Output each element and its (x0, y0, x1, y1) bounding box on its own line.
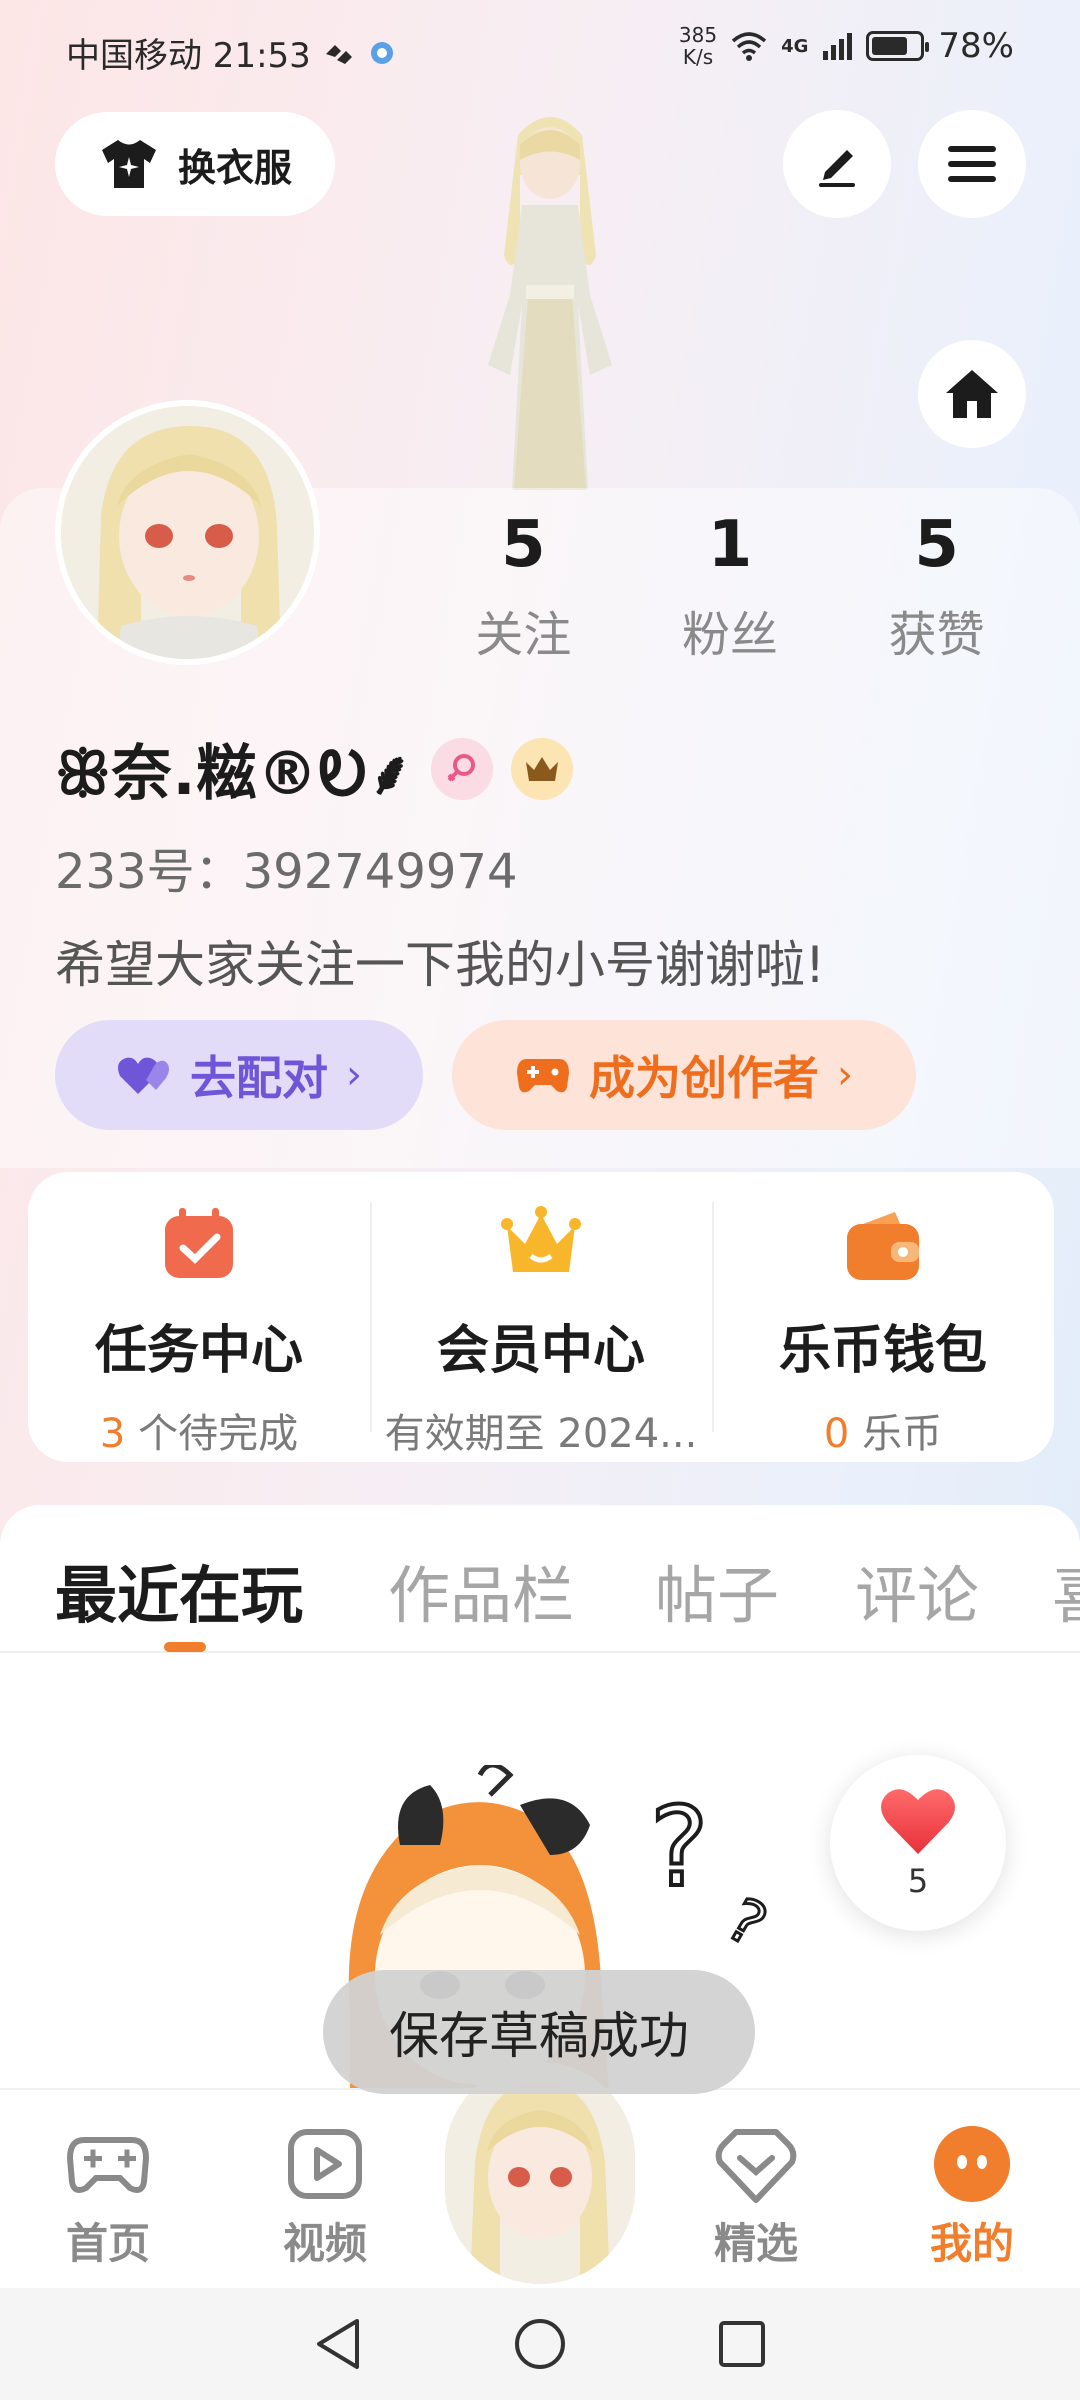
play-video-icon (288, 2129, 362, 2199)
svg-text:?: ? (650, 1783, 708, 1911)
tab-favorites[interactable]: 喜 (1052, 1545, 1080, 1635)
status-right: 385 K/s 4G 78% (679, 24, 1014, 68)
battery-fill (872, 37, 907, 55)
task-center[interactable]: 任务中心 3 个待完成 (28, 1172, 370, 1462)
tab-posts[interactable]: 帖子 (655, 1545, 779, 1635)
chevron-right-icon: › (346, 1052, 362, 1098)
nav-video[interactable]: 视频 (255, 2122, 395, 2271)
home-circle-icon[interactable] (513, 2317, 567, 2371)
gamepad-icon (517, 1059, 569, 1093)
status-bar: 中国移动 21:53 385 K/s 4G 78% (0, 0, 1080, 100)
stat-following[interactable]: 5 关注 (420, 505, 627, 665)
app-notification-icon (370, 41, 393, 64)
avatar-figure-image (488, 117, 612, 490)
carrier-time: 中国移动 21:53 (66, 36, 311, 76)
name-row: ꕥ奈.糍®Ꭷ⸙ (55, 725, 574, 812)
coin-wallet-title: 乐币钱包 (778, 1321, 987, 1381)
menu-button[interactable] (918, 110, 1026, 218)
vip-crown-badge[interactable] (511, 737, 574, 800)
change-outfit-button[interactable]: 换衣服 (55, 112, 335, 216)
nav-video-label: 视频 (282, 2219, 367, 2268)
change-outfit-label: 换衣服 (177, 145, 292, 190)
profile-face-icon (934, 2126, 1010, 2202)
member-center-title: 会员中心 (436, 1321, 645, 1381)
avatar-portrait-image (445, 2062, 635, 2284)
network-type: 4G (781, 35, 809, 57)
tshirt-icon (101, 140, 156, 188)
hamburger-menu-icon (948, 146, 996, 182)
crown-icon (501, 1206, 581, 1272)
gamepad-icon (66, 2137, 150, 2193)
nav-mine[interactable]: 我的 (902, 2122, 1042, 2271)
nav-home[interactable]: 首页 (38, 2122, 178, 2271)
match-button[interactable]: 去配对 › (55, 1020, 423, 1130)
stat-fans-label: 粉丝 (682, 607, 779, 663)
like-count: 5 (907, 1862, 929, 1900)
member-center[interactable]: 会员中心 有效期至 2024... (370, 1172, 712, 1462)
services-card: 任务中心 3 个待完成 会员中心 有效期至 2024... 乐币钱包 0 乐币 (28, 1172, 1054, 1462)
task-center-title: 任务中心 (94, 1321, 303, 1381)
status-left: 中国移动 21:53 (66, 28, 395, 77)
avatar-portrait-image (61, 406, 314, 659)
task-center-sub: 3 个待完成 (99, 1411, 299, 1457)
tab-works[interactable]: 作品栏 (388, 1545, 574, 1635)
uid-value: 392749974 (242, 844, 518, 900)
link-icon (325, 44, 352, 64)
heart-icon (881, 1789, 955, 1854)
tab-recent-played[interactable]: 最近在玩 (55, 1545, 303, 1635)
crown-icon (526, 756, 559, 781)
match-label: 去配对 (190, 1051, 328, 1105)
female-gender-badge (431, 737, 494, 800)
chevron-right-icon: › (837, 1052, 853, 1098)
like-float-button[interactable]: 5 (830, 1755, 1006, 1931)
back-triangle-icon[interactable] (313, 2317, 363, 2371)
nav-mine-label: 我的 (929, 2219, 1014, 2268)
nav-featured-label: 精选 (713, 2219, 798, 2268)
nav-featured[interactable]: 精选 (686, 2122, 826, 2271)
nav-home-label: 首页 (65, 2219, 150, 2268)
house-icon (946, 370, 998, 418)
stat-likes-label: 获赞 (888, 607, 985, 663)
home-space-button[interactable] (918, 340, 1026, 448)
diamond-heart-icon (715, 2129, 797, 2203)
system-nav-bar (0, 2288, 1080, 2400)
stat-likes-count: 5 (914, 508, 959, 582)
stat-likes[interactable]: 5 获赞 (833, 505, 1040, 665)
calendar-check-icon (165, 1208, 233, 1278)
tab-active-indicator (164, 1642, 206, 1652)
nav-avatar-center[interactable] (445, 2062, 635, 2284)
signal-icon (823, 33, 853, 60)
coin-wallet-sub: 0 乐币 (823, 1411, 943, 1457)
heart-pair-icon (118, 1057, 169, 1094)
female-symbol-icon (448, 753, 476, 781)
member-center-sub: 有效期至 2024... (384, 1411, 698, 1457)
bottom-nav: 首页 视频 精选 我的 (0, 2062, 1080, 2288)
username: ꕥ奈.糍®Ꭷ⸙ (55, 739, 414, 809)
net-speed: 385 K/s (678, 23, 718, 69)
svg-text:?: ? (715, 1885, 778, 1962)
stat-following-count: 5 (501, 508, 546, 582)
avatar-3d-figure[interactable] (440, 105, 660, 490)
uid-label: 233号： (55, 844, 243, 900)
bio-text: 希望大家关注一下我的小号谢谢啦! (55, 936, 826, 994)
become-creator-button[interactable]: 成为创作者 › (452, 1020, 916, 1130)
avatar[interactable] (55, 400, 320, 665)
stat-fans-count: 1 (707, 508, 753, 582)
toast-message: 保存草稿成功 (323, 1970, 755, 2094)
tab-comments[interactable]: 评论 (855, 1545, 979, 1635)
battery-icon (866, 31, 930, 61)
uid-row: 233号：392749974 (55, 832, 517, 902)
battery-percent: 78% (938, 26, 1014, 66)
stat-following-label: 关注 (475, 607, 572, 663)
pen-icon (819, 150, 855, 187)
stat-fans[interactable]: 1 粉丝 (627, 505, 834, 665)
wallet-icon (847, 1212, 919, 1280)
stats-row: 5 关注 1 粉丝 5 获赞 (420, 505, 1040, 665)
coin-wallet[interactable]: 乐币钱包 0 乐币 (712, 1172, 1054, 1462)
become-creator-label: 成为创作者 (589, 1051, 819, 1105)
tab-bar: 最近在玩 作品栏 帖子 评论 喜 (0, 1505, 1080, 1653)
edit-profile-button[interactable] (783, 110, 891, 218)
recents-square-icon[interactable] (717, 2319, 767, 2369)
wifi-icon (731, 32, 767, 61)
